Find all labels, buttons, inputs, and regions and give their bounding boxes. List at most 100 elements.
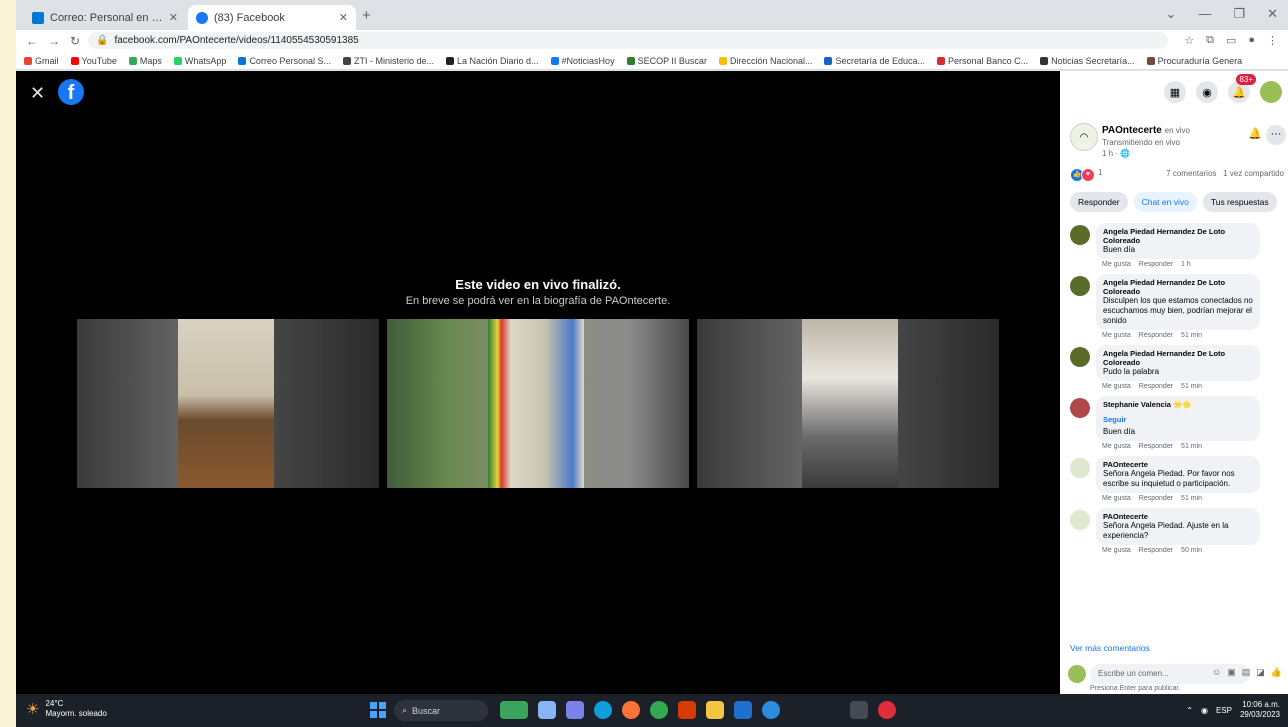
tab-close-icon[interactable]: ✕ bbox=[169, 11, 178, 24]
comment-author[interactable]: Angela Piedad Hernandez De Loto Coloread… bbox=[1103, 349, 1253, 367]
bookmark-item[interactable]: ZTI - Ministerio de... bbox=[342, 56, 434, 66]
file-explorer-icon[interactable] bbox=[706, 701, 724, 719]
close-window-icon[interactable]: ✕ bbox=[1267, 6, 1278, 22]
live-chat-button[interactable]: Chat en vivo bbox=[1133, 192, 1197, 212]
commenter-avatar[interactable] bbox=[1070, 398, 1090, 418]
comment-author[interactable]: Angela Piedad Hernandez De Loto Coloread… bbox=[1103, 278, 1253, 296]
account-avatar[interactable] bbox=[1260, 81, 1282, 103]
commenter-avatar[interactable] bbox=[1070, 276, 1090, 296]
close-viewer-icon[interactable]: ✕ bbox=[30, 83, 45, 104]
maximize-icon[interactable]: ❐ bbox=[1233, 6, 1245, 22]
emoji-icon[interactable]: ☺ bbox=[1212, 667, 1221, 678]
video-thumbnail-3[interactable] bbox=[697, 319, 999, 488]
bookmark-item[interactable]: WhatsApp bbox=[173, 56, 226, 66]
opera-app-icon[interactable] bbox=[878, 701, 896, 719]
share-count[interactable]: 1 vez compartido bbox=[1223, 169, 1284, 178]
tab-close-icon[interactable]: ✕ bbox=[339, 11, 348, 24]
reaction-icons[interactable]: 👍 ♥ 1 bbox=[1070, 168, 1102, 182]
minimize-icon[interactable]: — bbox=[1198, 6, 1211, 22]
tab-outlook[interactable]: Correo: Personal en Outlook ✕ bbox=[24, 5, 186, 30]
forward-icon[interactable]: → bbox=[48, 34, 60, 48]
bookmark-item[interactable]: YouTube bbox=[70, 56, 117, 66]
bookmark-item[interactable]: Correo Personal S... bbox=[238, 56, 331, 66]
tray-chevron-icon[interactable]: ⌃ bbox=[1186, 706, 1193, 715]
reload-icon[interactable]: ↻ bbox=[70, 34, 80, 48]
comment-reply-link[interactable]: Responder bbox=[1139, 261, 1173, 268]
comment-count[interactable]: 7 comentarios bbox=[1166, 169, 1216, 178]
facebook-logo-icon[interactable]: f bbox=[58, 79, 84, 105]
tab-search-icon[interactable]: ⌄ bbox=[1166, 6, 1177, 22]
bell-icon[interactable]: 🔔 bbox=[1248, 127, 1262, 140]
gif-icon[interactable]: ▤ bbox=[1242, 667, 1251, 678]
photos-app-icon[interactable] bbox=[762, 701, 780, 719]
comment-like-link[interactable]: Me gusta bbox=[1102, 383, 1131, 390]
clock[interactable]: 10:06 a.m. 29/03/2023 bbox=[1240, 700, 1280, 720]
edge-app-icon[interactable] bbox=[594, 701, 612, 719]
comment-like-link[interactable]: Me gusta bbox=[1102, 261, 1131, 268]
commenter-avatar[interactable] bbox=[1070, 347, 1090, 367]
widgets-app-icon[interactable] bbox=[500, 701, 528, 719]
page-name[interactable]: PAOntecerte en vivo bbox=[1102, 125, 1190, 136]
bookmark-item[interactable]: Secretaría de Educa... bbox=[824, 56, 925, 66]
chat-app-icon[interactable] bbox=[566, 701, 584, 719]
back-icon[interactable]: ← bbox=[26, 34, 38, 48]
comment-reply-link[interactable]: Responder bbox=[1139, 443, 1173, 450]
comment-like-link[interactable]: Me gusta bbox=[1102, 443, 1131, 450]
bookmark-star-icon[interactable]: ☆ bbox=[1184, 34, 1194, 47]
address-bar[interactable]: 🔒 facebook.com/PAOntecerte/videos/114055… bbox=[88, 32, 1168, 49]
network-icon[interactable]: ◉ bbox=[1201, 706, 1208, 715]
bookmark-item[interactable]: Dirección Nacional... bbox=[718, 56, 812, 66]
profile-icon[interactable]: ● bbox=[1248, 34, 1255, 47]
chrome-app-icon[interactable] bbox=[650, 701, 668, 719]
commenter-avatar[interactable] bbox=[1070, 458, 1090, 478]
notifications-icon[interactable]: 🔔 83+ bbox=[1228, 74, 1256, 103]
messenger-icon[interactable]: ◉ bbox=[1196, 81, 1218, 103]
more-options-icon[interactable]: ··· bbox=[1266, 125, 1286, 145]
phone-app-icon[interactable] bbox=[850, 701, 868, 719]
comment-reply-link[interactable]: Responder bbox=[1139, 495, 1173, 502]
camera-icon[interactable]: ▣ bbox=[1227, 667, 1236, 678]
comment-reply-link[interactable]: Responder bbox=[1139, 332, 1173, 339]
video-thumbnail-2[interactable] bbox=[387, 319, 689, 488]
comment-like-link[interactable]: Me gusta bbox=[1102, 332, 1131, 339]
commenter-avatar[interactable] bbox=[1070, 225, 1090, 245]
thumbs-up-icon[interactable]: 👍 bbox=[1271, 667, 1282, 678]
commenter-avatar[interactable] bbox=[1070, 510, 1090, 530]
bookmark-item[interactable]: Gmail bbox=[24, 56, 59, 66]
bookmark-item[interactable]: Maps bbox=[128, 56, 162, 66]
windows-start-icon[interactable] bbox=[370, 702, 386, 718]
comment-reply-link[interactable]: Responder bbox=[1139, 547, 1173, 554]
page-avatar[interactable]: ◠ bbox=[1070, 123, 1098, 151]
comment-author[interactable]: PAOntecerte bbox=[1103, 512, 1253, 521]
video-thumbnail-1[interactable] bbox=[77, 319, 379, 488]
bookmark-item[interactable]: Personal Banco C... bbox=[937, 56, 1028, 66]
weather-widget[interactable]: ☀ 24°C Mayorm. soleado bbox=[26, 699, 107, 719]
bookmark-item[interactable]: #NoticiasHoy bbox=[550, 56, 615, 66]
language-indicator[interactable]: ESP bbox=[1216, 706, 1232, 715]
reply-button[interactable]: Responder bbox=[1070, 192, 1128, 212]
comment-reply-link[interactable]: Responder bbox=[1139, 383, 1173, 390]
comment-author[interactable]: PAOntecerte bbox=[1103, 460, 1253, 469]
your-answers-button[interactable]: Tus respuestas bbox=[1202, 192, 1277, 212]
follow-link[interactable]: Seguir bbox=[1103, 415, 1126, 424]
extensions-icon[interactable]: ⧉ bbox=[1206, 34, 1214, 47]
tab-facebook[interactable]: (83) Facebook ✕ bbox=[188, 5, 356, 30]
menu-icon[interactable]: ⋮ bbox=[1267, 34, 1278, 47]
comment-like-link[interactable]: Me gusta bbox=[1102, 495, 1131, 502]
firefox-app-icon[interactable] bbox=[622, 701, 640, 719]
bookmark-item[interactable]: La Nación Diario d... bbox=[446, 56, 539, 66]
task-view-icon[interactable] bbox=[538, 701, 556, 719]
bookmark-item[interactable]: Noticias Secretaría... bbox=[1040, 56, 1135, 66]
bookmark-item[interactable]: SECOP II Buscar bbox=[626, 56, 707, 66]
comment-author[interactable]: Stephanie Valencia 🌟🌟 bbox=[1103, 400, 1253, 409]
menu-grid-icon[interactable]: ▦ bbox=[1164, 81, 1186, 103]
bookmark-item[interactable]: Procuraduría Genera bbox=[1146, 56, 1242, 66]
sticker-icon[interactable]: ◪ bbox=[1256, 667, 1265, 678]
sidepanel-icon[interactable]: ▭ bbox=[1226, 34, 1236, 47]
taskbar-search[interactable]: ⌕ Buscar bbox=[394, 700, 488, 721]
store-app-icon[interactable] bbox=[734, 701, 752, 719]
comment-author[interactable]: Angela Piedad Hernandez De Loto Coloread… bbox=[1103, 227, 1253, 245]
comment-like-link[interactable]: Me gusta bbox=[1102, 547, 1131, 554]
view-more-comments-link[interactable]: Ver más comentarios bbox=[1070, 643, 1150, 653]
office-app-icon[interactable] bbox=[678, 701, 696, 719]
